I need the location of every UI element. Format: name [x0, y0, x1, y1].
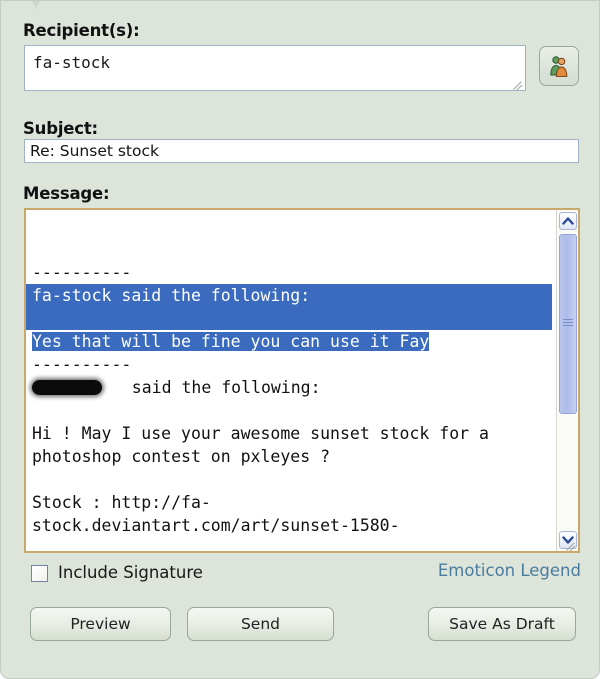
emoticon-legend-link[interactable]: Emoticon Legend	[438, 561, 581, 580]
chevron-down-icon: ▾	[30, 0, 42, 14]
preview-button[interactable]: Preview	[30, 607, 171, 641]
message-line	[32, 468, 556, 491]
chevron-up-icon	[562, 217, 574, 225]
message-line: Stock : http://fa-	[32, 493, 211, 512]
message-line	[32, 399, 556, 422]
recipients-value: fa-stock	[33, 53, 111, 72]
contacts-people-icon	[550, 56, 568, 77]
selected-text	[26, 307, 552, 330]
message-line	[32, 215, 556, 238]
message-scrollbar[interactable]	[556, 210, 578, 551]
selected-text: Yes that will be fine you can use it Fay	[32, 332, 430, 351]
include-signature-label: Include Signature	[58, 563, 203, 582]
message-line: ----------	[32, 263, 132, 282]
message-label: Message:	[23, 184, 110, 203]
subject-value: Re: Sunset stock	[30, 142, 159, 160]
selected-text: fa-stock said the following:	[26, 284, 552, 307]
subject-input[interactable]: Re: Sunset stock	[24, 139, 579, 163]
message-line-text: said the following:	[102, 378, 321, 397]
send-button[interactable]: Send	[187, 607, 334, 641]
resize-grip-icon[interactable]	[510, 76, 524, 90]
message-line: Hi ! May I use your awesome sunset stock…	[32, 424, 489, 443]
resize-grip-icon[interactable]	[563, 537, 577, 551]
grip-lines-icon	[563, 319, 573, 329]
scroll-up-button[interactable]	[559, 212, 577, 230]
address-book-button[interactable]	[539, 46, 579, 86]
message-line: ----------	[32, 355, 132, 374]
subject-label: Subject:	[23, 119, 98, 138]
message-line	[32, 238, 556, 261]
message-line: photoshop contest on pxleyes ?	[32, 447, 331, 466]
compose-note-panel: ▾ Recipient(s): fa-stock Subject: Re: Su…	[0, 0, 600, 679]
recipients-input[interactable]: fa-stock	[24, 45, 526, 91]
redacted-username	[32, 380, 102, 395]
message-line: said the following:	[32, 376, 556, 399]
message-textarea[interactable]: ---------- fa-stock said the following: Ye…	[24, 208, 580, 553]
scrollbar-thumb[interactable]	[559, 234, 577, 414]
save-as-draft-button[interactable]: Save As Draft	[428, 607, 576, 641]
recipients-label: Recipient(s):	[23, 21, 140, 40]
message-text-content[interactable]: ---------- fa-stock said the following: Ye…	[26, 210, 556, 551]
include-signature-checkbox[interactable]	[31, 565, 48, 582]
message-line: stock.deviantart.com/art/sunset-1580-	[32, 516, 400, 535]
message-line: Yes that will be fine you can use it Fay	[32, 330, 556, 353]
message-line	[26, 307, 556, 330]
message-line: fa-stock said the following:	[26, 284, 556, 307]
